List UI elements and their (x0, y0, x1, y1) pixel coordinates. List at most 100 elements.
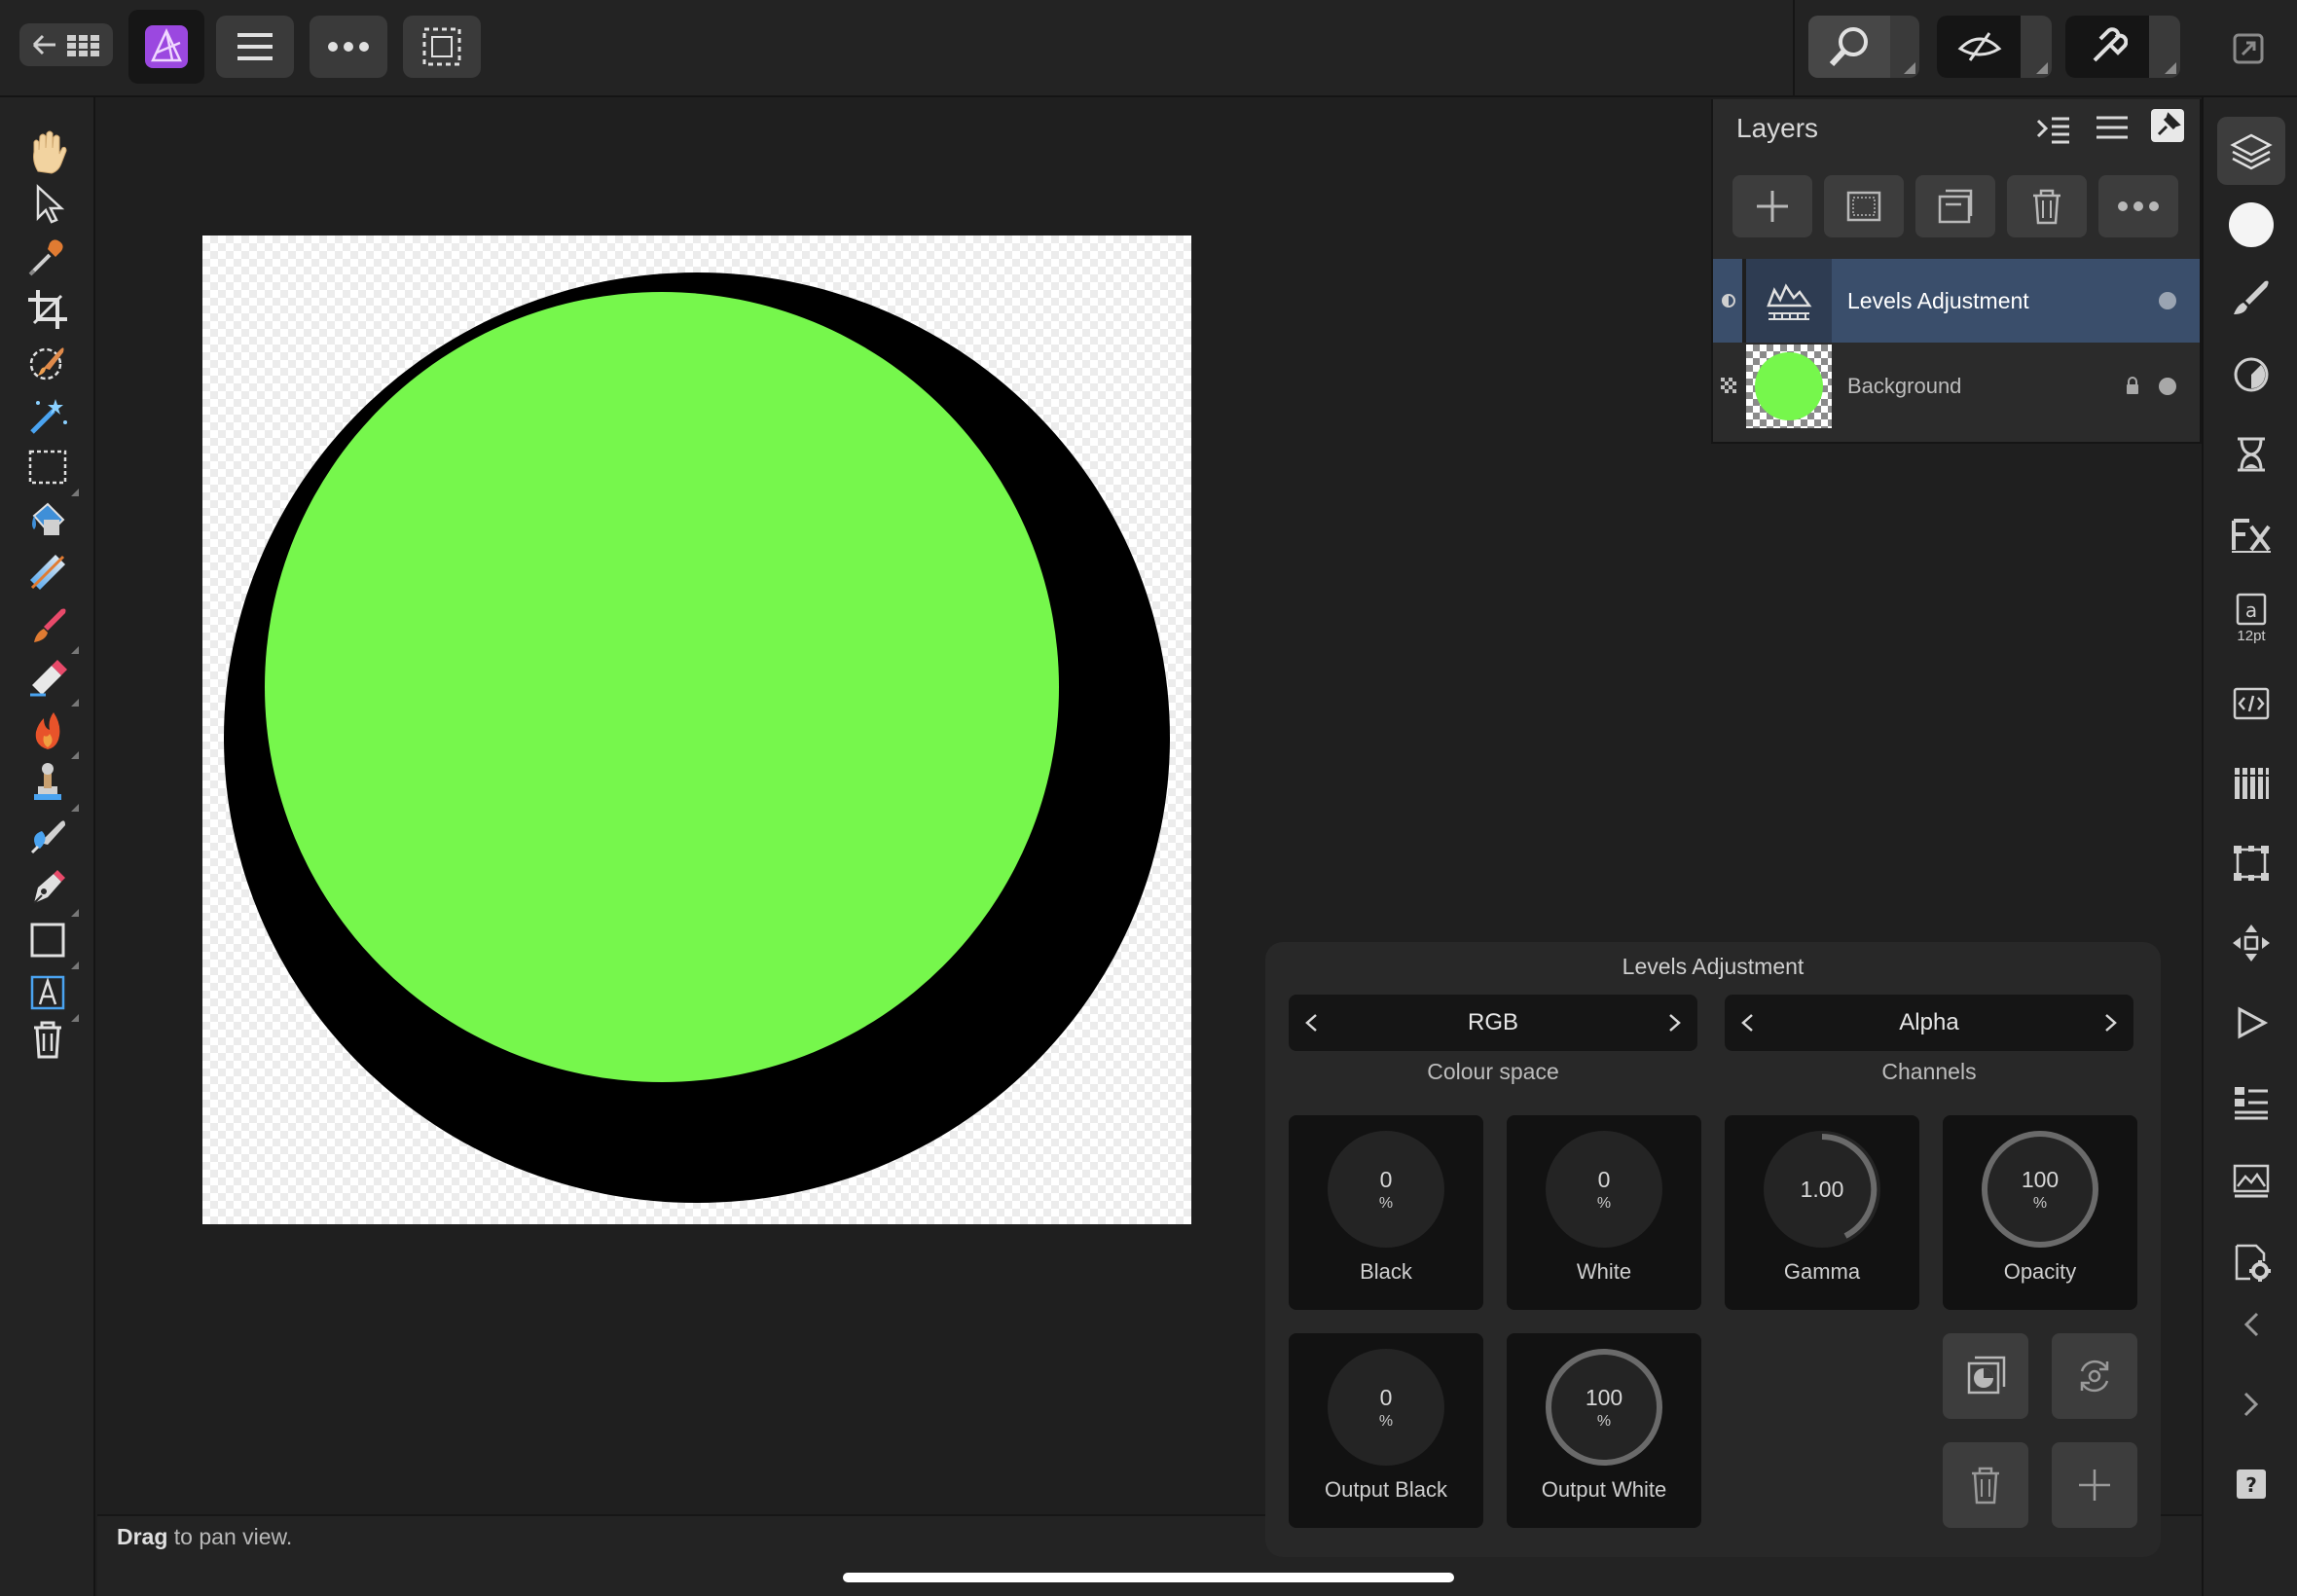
healing-tool[interactable] (18, 806, 77, 864)
output-black-dial-card[interactable]: 0 % Output Black (1289, 1333, 1483, 1528)
info-studio-button[interactable] (2217, 1069, 2285, 1137)
fx-studio-button[interactable] (2217, 500, 2285, 568)
pin-panel-button[interactable] (2151, 109, 2190, 148)
crop-tool[interactable] (18, 280, 77, 339)
brushes-studio-button[interactable] (2217, 263, 2285, 331)
adjustments-studio-button[interactable] (2217, 341, 2285, 409)
view-mode-button[interactable] (1937, 16, 2052, 78)
gamma-dial[interactable]: 1.00 (1764, 1131, 1880, 1248)
gradient-tool[interactable] (18, 543, 77, 601)
delete-tool[interactable] (18, 1010, 77, 1069)
history-studio-button[interactable] (2217, 420, 2285, 489)
paint-brush-tool[interactable] (18, 596, 79, 654)
white-dial[interactable]: 0 % (1546, 1131, 1662, 1248)
collapse-left-button[interactable] (2217, 1290, 2285, 1359)
expand-button[interactable] (2229, 29, 2268, 68)
layers-icon (2230, 133, 2273, 170)
selection-brush-tool[interactable] (18, 333, 77, 391)
merge-adjustment-button[interactable] (1943, 1333, 2028, 1419)
paint-brush-icon (34, 608, 66, 642)
snapping-button[interactable] (2065, 16, 2180, 78)
stock-studio-button[interactable] (2217, 1148, 2285, 1216)
move-tool[interactable] (18, 175, 77, 234)
selection-brush-icon (29, 347, 64, 381)
lock-icon[interactable] (2126, 376, 2139, 395)
layers-options-button[interactable] (2034, 113, 2073, 148)
flood-fill-tool[interactable] (18, 490, 77, 549)
pin-icon (2151, 109, 2184, 142)
gamma-dial-card[interactable]: 1.00 Gamma (1725, 1115, 1919, 1310)
pixel-layer-badge-icon (1721, 378, 1736, 393)
visibility-dot[interactable] (2159, 378, 2176, 395)
black-dial[interactable]: 0 % (1328, 1131, 1444, 1248)
color-icon (2229, 202, 2274, 247)
colour-space-value: RGB (1467, 1009, 1518, 1035)
zoom-button[interactable] (1808, 16, 1919, 78)
settings-studio-button[interactable] (2217, 1228, 2285, 1296)
menu-button[interactable] (216, 16, 294, 78)
delete-adjustment-button[interactable] (1943, 1442, 2028, 1528)
chevron-left-icon[interactable] (1302, 1011, 1320, 1034)
output-white-dial-card[interactable]: 100 % Output White (1507, 1333, 1701, 1528)
back-grid-button[interactable] (19, 23, 113, 66)
add-layer-button[interactable] (1732, 175, 1812, 237)
visibility-dot[interactable] (2159, 292, 2176, 309)
chevron-right-icon (2243, 1392, 2259, 1417)
rectangle-tool[interactable] (18, 911, 79, 969)
mask-layer-button[interactable] (1824, 175, 1904, 237)
more-button[interactable] (310, 16, 387, 78)
delete-layer-button[interactable] (2007, 175, 2087, 237)
colour-space-selector[interactable]: RGB (1289, 995, 1697, 1051)
hand-tool[interactable] (18, 123, 77, 181)
opacity-dial[interactable]: 100 % (1982, 1131, 2098, 1248)
history-icon (2238, 437, 2265, 472)
play-studio-button[interactable] (2217, 989, 2285, 1057)
dodge-burn-tool[interactable] (18, 701, 79, 759)
text-style-studio-button[interactable]: a 12pt (2217, 584, 2285, 652)
merge-icon (1967, 1356, 2006, 1395)
color-picker-tool[interactable] (18, 228, 77, 286)
erase-brush-tool[interactable] (18, 648, 79, 707)
white-dial-card[interactable]: 0 % White (1507, 1115, 1701, 1310)
document-canvas[interactable] (202, 236, 1191, 1224)
output-black-dial[interactable]: 0 % (1328, 1349, 1444, 1466)
erase-brush-icon (30, 660, 67, 697)
help-button[interactable]: ? (2217, 1450, 2285, 1518)
transform-studio-button[interactable] (2217, 829, 2285, 897)
crop-icon (28, 290, 67, 329)
macro-studio-button[interactable] (2217, 670, 2285, 738)
pen-tool[interactable] (18, 858, 79, 917)
layer-more-button[interactable] (2098, 175, 2178, 237)
selection-button[interactable] (403, 16, 481, 78)
opacity-dial-card[interactable]: 100 % Opacity (1943, 1115, 2137, 1310)
marquee-tool[interactable] (18, 438, 79, 496)
channels-studio-button[interactable] (2217, 749, 2285, 817)
clone-tool[interactable] (18, 753, 79, 812)
chevron-left-icon[interactable] (1738, 1011, 1756, 1034)
channels-selector[interactable]: Alpha (1725, 995, 2133, 1051)
layers-menu-button[interactable] (2095, 113, 2133, 148)
layer-thumbnail (1746, 345, 1832, 428)
layer-row-levels[interactable]: Levels Adjustment (1713, 259, 2200, 343)
chevron-right-icon[interactable] (2102, 1011, 2120, 1034)
text-style-size: 12pt (2237, 627, 2266, 644)
layer-row-background[interactable]: Background (1713, 345, 2200, 428)
color-studio-button[interactable] (2217, 191, 2285, 259)
output-white-dial[interactable]: 100 % (1546, 1349, 1662, 1466)
app-persona-button[interactable] (128, 10, 204, 84)
layers-title: Layers (1736, 113, 1819, 143)
flood-select-tool[interactable] (18, 385, 77, 444)
selection-icon (422, 27, 461, 66)
help-icon: ? (2237, 1469, 2266, 1499)
add-adjustment-button[interactable] (2052, 1442, 2137, 1528)
black-dial-card[interactable]: 0 % Black (1289, 1115, 1483, 1310)
home-indicator[interactable] (843, 1573, 1454, 1582)
hand-icon (33, 130, 67, 174)
chevron-right-icon[interactable] (1666, 1011, 1684, 1034)
more-icon (328, 42, 369, 52)
collapse-right-button[interactable] (2217, 1370, 2285, 1438)
reset-adjustment-button[interactable] (2052, 1333, 2137, 1419)
layers-studio-button[interactable] (2217, 117, 2285, 185)
group-layer-button[interactable] (1915, 175, 1995, 237)
navigator-studio-button[interactable] (2217, 909, 2285, 977)
